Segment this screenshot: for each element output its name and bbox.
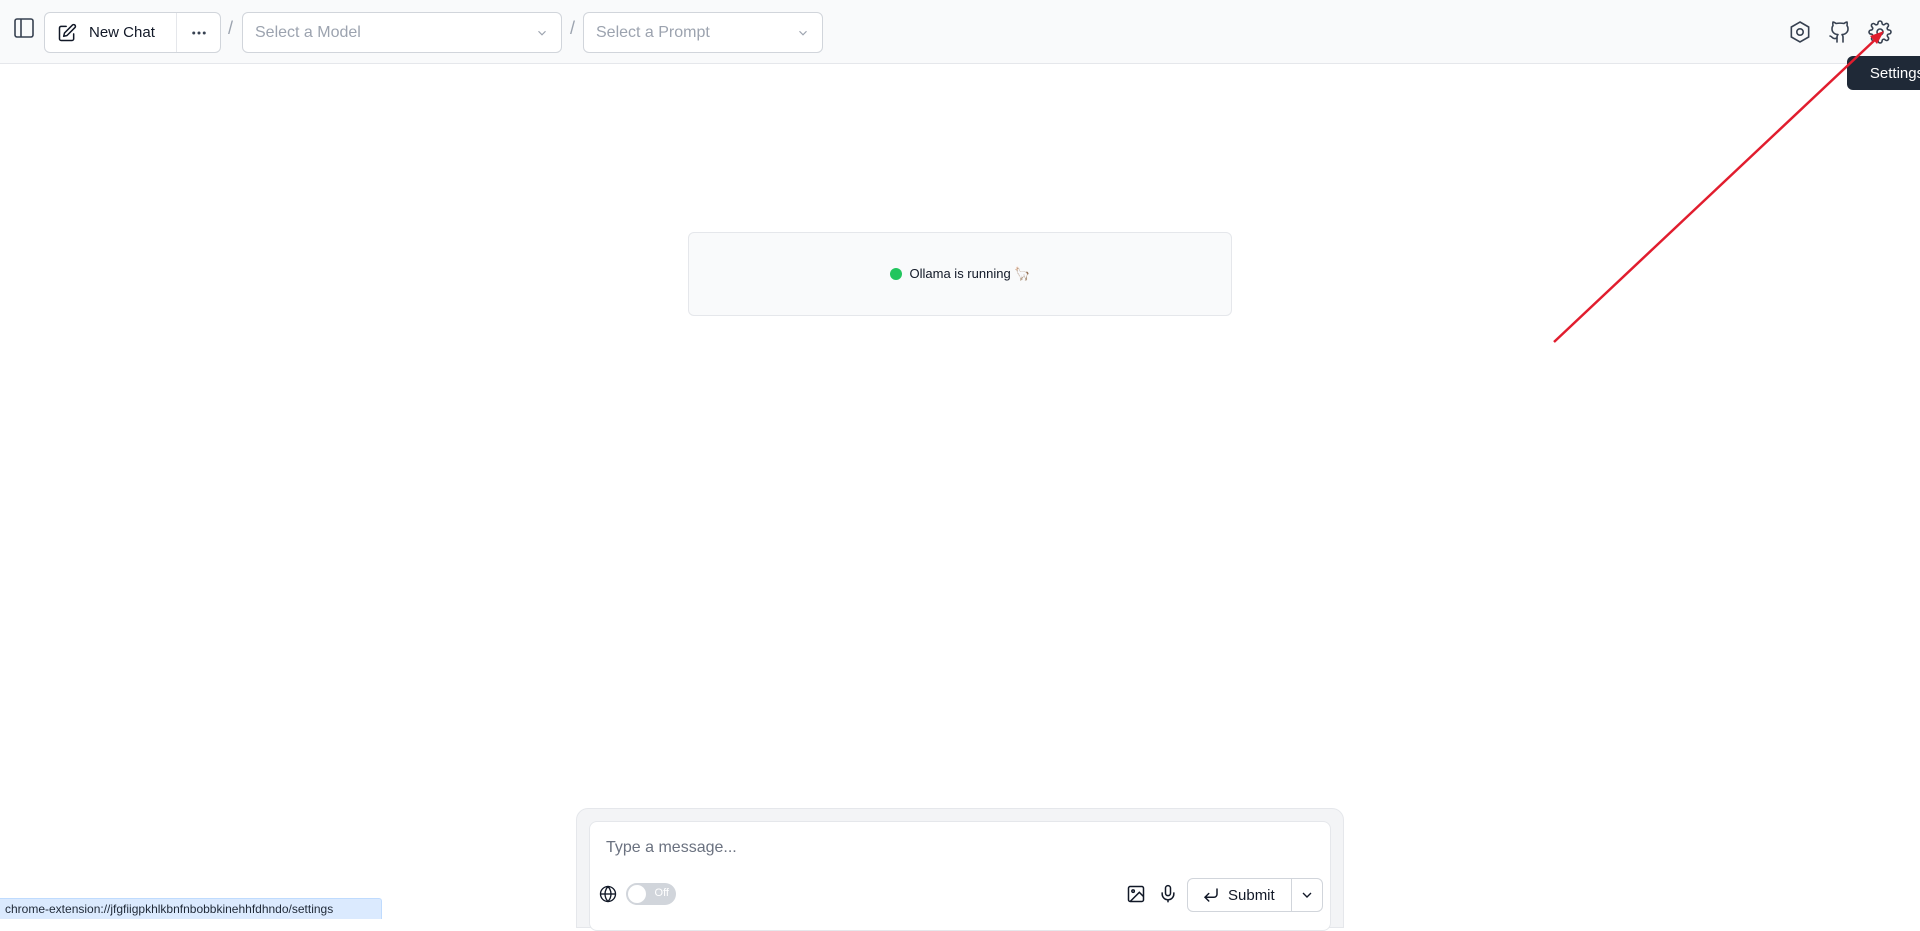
ollama-settings-button[interactable] [1784,16,1816,48]
chevron-down-icon [799,30,807,36]
settings-tooltip: Settings [1847,56,1920,90]
more-horizontal-icon [191,31,206,34]
breadcrumb-separator: / [570,18,576,38]
new-chat-label: New Chat [89,24,155,41]
model-select-placeholder: Select a Model [255,23,361,41]
edit-icon [58,23,77,41]
github-button[interactable] [1824,16,1856,48]
message-input[interactable] [606,836,1206,860]
upload-image-button[interactable] [1120,878,1152,910]
settings-button[interactable] [1864,16,1896,48]
ollama-settings-icon [1790,21,1810,43]
ollama-status-card: Ollama is running 🦙 [688,232,1232,316]
sidebar-toggle-icon [14,18,34,38]
sidebar-toggle-button[interactable] [8,12,40,44]
more-options-button[interactable] [177,13,220,52]
enter-icon [1204,888,1218,902]
ollama-status-text: Ollama is running 🦙 [909,266,1031,281]
new-chat-button[interactable]: New Chat [45,13,177,52]
github-icon [1829,21,1849,43]
new-chat-group: New Chat [44,12,221,53]
microphone-icon [1161,884,1175,903]
prompt-select[interactable]: Select a Prompt [583,12,823,53]
submit-group: Submit [1187,878,1323,912]
image-icon [1127,885,1145,903]
chevron-down-icon [538,30,546,36]
submit-options-button[interactable] [1292,879,1322,911]
browser-status-url: chrome-extension://jfgfiigpkhlkbnfnbobbk… [0,898,382,919]
message-composer: Off Submit [589,821,1331,931]
web-search-toggle[interactable]: Off [626,883,676,905]
annotation-arrow-icon [1553,31,1884,343]
model-select[interactable]: Select a Model [242,12,562,53]
settings-gear-icon [1868,20,1892,44]
top-bar: New Chat / Select a Model / Select a Pro… [0,0,1920,64]
breadcrumb-separator: / [228,18,234,38]
toggle-knob [628,885,646,903]
chevron-down-icon [1302,892,1312,898]
globe-icon [599,885,617,903]
submit-label: Submit [1228,886,1275,904]
web-search-button[interactable] [594,878,622,910]
status-dot-icon [889,268,902,280]
toggle-label: Off [654,887,669,899]
submit-button[interactable]: Submit [1188,879,1292,911]
voice-input-button[interactable] [1152,878,1184,910]
prompt-select-placeholder: Select a Prompt [596,23,710,41]
